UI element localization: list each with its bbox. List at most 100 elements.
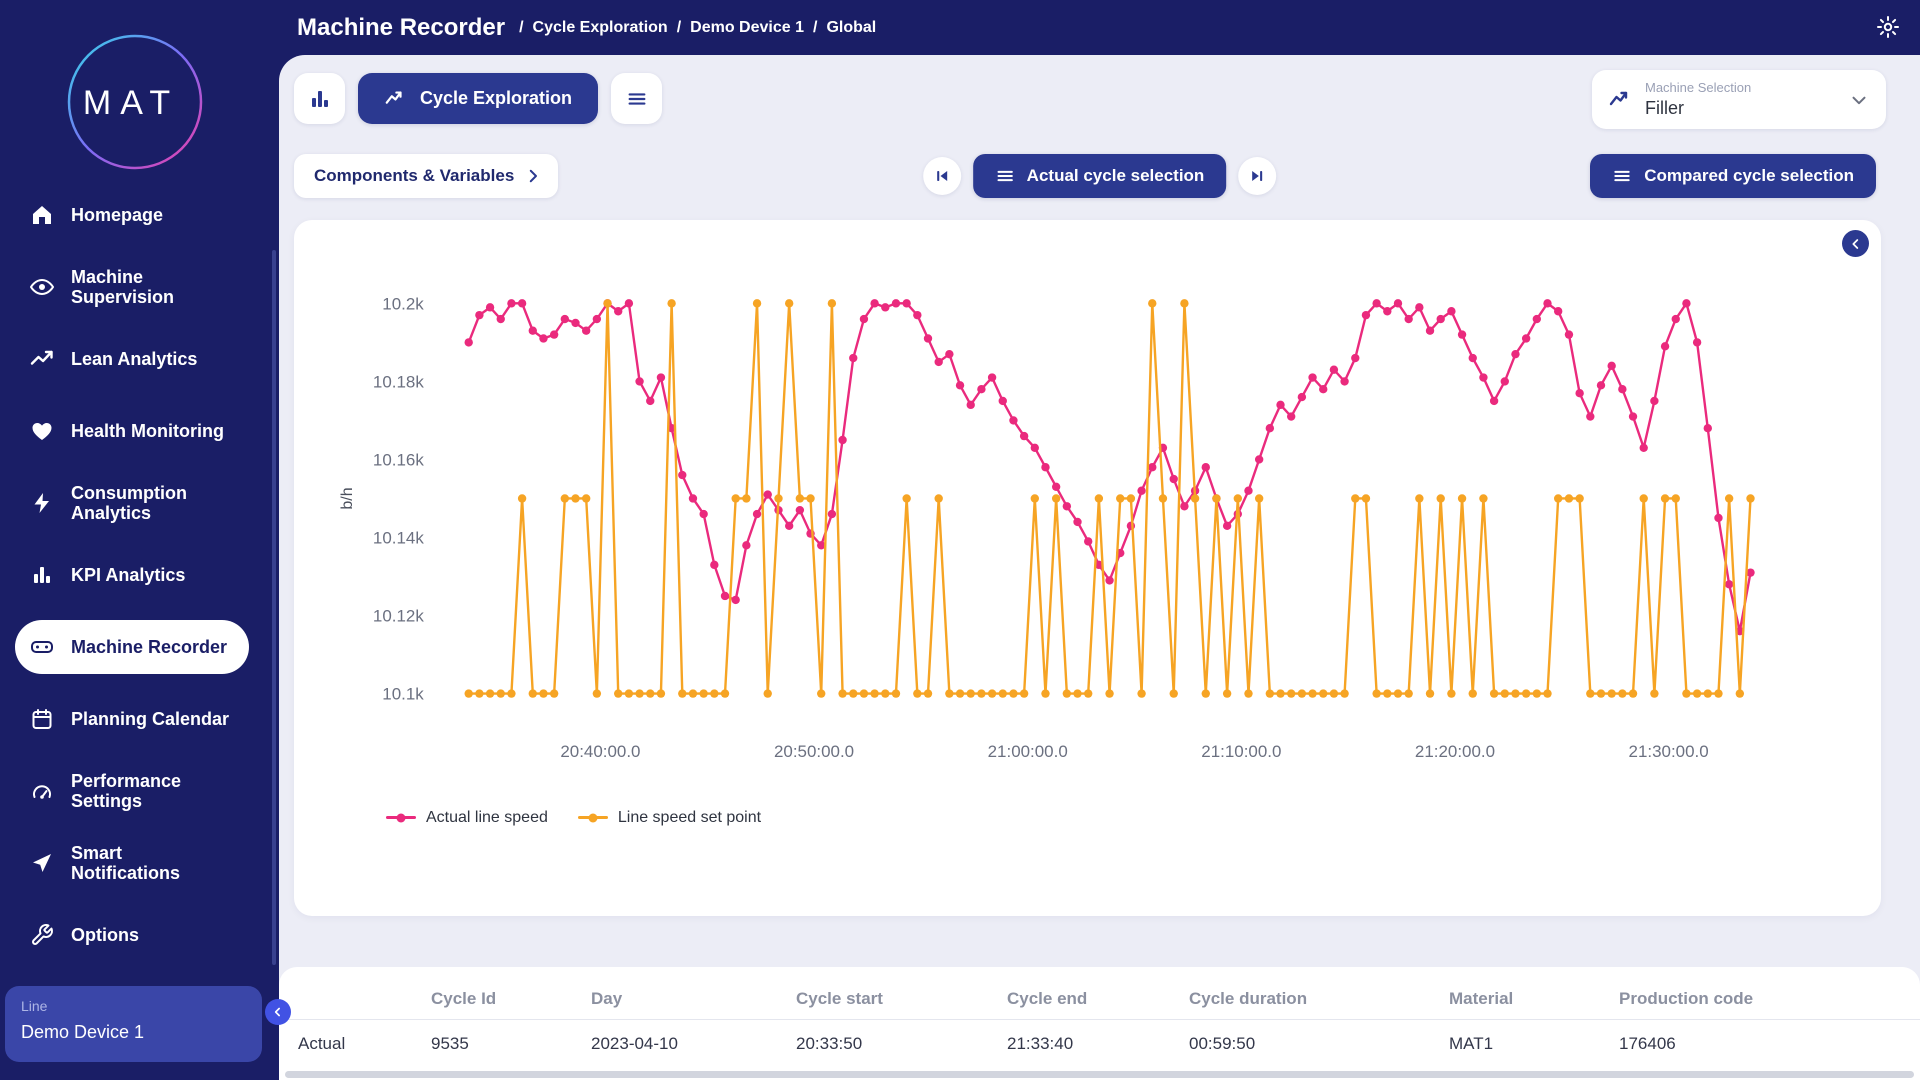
bar-chart-view-button[interactable]	[294, 73, 345, 124]
sidebar-item-kpi-analytics[interactable]: KPI Analytics	[15, 548, 249, 602]
svg-text:20:50:00.0: 20:50:00.0	[774, 742, 854, 761]
menu-icon	[626, 88, 648, 110]
table-header: Cycle Id	[431, 989, 591, 1009]
table-header: Material	[1449, 989, 1619, 1009]
breadcrumb-separator: /	[813, 19, 817, 37]
sidebar-item-performance-settings[interactable]: Performance Settings	[15, 764, 249, 818]
line-label: Line	[21, 998, 246, 1014]
list-icon	[995, 166, 1015, 186]
sidebar-item-lean-analytics[interactable]: Lean Analytics	[15, 332, 249, 386]
svg-text:21:20:00.0: 21:20:00.0	[1415, 742, 1495, 761]
legend-label: Actual line speed	[426, 809, 548, 827]
line-selector-card: Line Demo Device 1	[5, 986, 262, 1062]
skip-previous-icon	[932, 166, 952, 186]
svg-text:10.18k: 10.18k	[373, 372, 424, 391]
lightning-icon	[29, 491, 55, 515]
svg-text:b/h: b/h	[339, 487, 356, 509]
collapse-panel-button[interactable]	[1842, 230, 1869, 257]
table-header: Cycle duration	[1189, 989, 1449, 1009]
sidebar-item-consumption-analytics[interactable]: Consumption Analytics	[15, 476, 249, 530]
calendar-icon	[29, 707, 55, 731]
components-variables-label: Components & Variables	[314, 166, 514, 186]
breadcrumb-separator: /	[519, 19, 523, 37]
cell-cycle-start: 20:33:50	[796, 1034, 1007, 1054]
bar-chart-icon	[29, 563, 55, 587]
actual-cycle-selection-button[interactable]: Actual cycle selection	[973, 154, 1227, 198]
sidebar-item-health-monitoring[interactable]: Health Monitoring	[15, 404, 249, 458]
chart-legend: Actual line speed Line speed set point	[386, 809, 1861, 827]
compared-cycle-selection-label: Compared cycle selection	[1644, 166, 1854, 186]
svg-text:21:00:00.0: 21:00:00.0	[988, 742, 1068, 761]
legend-item[interactable]: Line speed set point	[578, 809, 761, 827]
sidebar-item-options[interactable]: Options	[15, 908, 249, 962]
line-value: Demo Device 1	[21, 1022, 246, 1043]
breadcrumb-item[interactable]: Global	[826, 19, 876, 37]
table-row: Actual 9535 2023-04-10 20:33:50 21:33:40…	[298, 1020, 1920, 1068]
sidebar-item-planning-calendar[interactable]: Planning Calendar	[15, 692, 249, 746]
machine-selection-dropdown[interactable]: Machine Selection Filler	[1592, 70, 1886, 129]
sidebar-collapse-button[interactable]	[265, 999, 291, 1025]
home-icon	[29, 203, 55, 227]
machine-selection-text: Machine Selection Filler	[1645, 80, 1751, 119]
cycle-navigation: Actual cycle selection	[923, 154, 1277, 198]
svg-text:21:10:00.0: 21:10:00.0	[1201, 742, 1281, 761]
sidebar-item-machine-recorder[interactable]: Machine Recorder	[15, 620, 249, 674]
machine-selection-label: Machine Selection	[1645, 80, 1751, 95]
sidebar-scrollbar[interactable]	[272, 250, 276, 965]
legend-label: Line speed set point	[618, 809, 761, 827]
cycle-exploration-tab[interactable]: Cycle Exploration	[358, 73, 598, 124]
column-chart-icon	[308, 87, 332, 111]
next-cycle-button[interactable]	[1238, 157, 1276, 195]
sidebar-item-machine-supervision[interactable]: Machine Supervision	[15, 260, 249, 314]
cycle-table-card: Cycle Id Day Cycle start Cycle end Cycle…	[279, 967, 1920, 1080]
sidebar-item-homepage[interactable]: Homepage	[15, 188, 249, 242]
previous-cycle-button[interactable]	[923, 157, 961, 195]
legend-swatch	[386, 816, 416, 819]
components-variables-button[interactable]: Components & Variables	[294, 154, 558, 198]
legend-swatch	[578, 816, 608, 819]
chevron-right-icon	[524, 167, 542, 185]
cycle-chart: 10.1k10.12k10.14k10.16k10.18k10.2kb/h20:…	[314, 234, 1861, 793]
svg-text:10.1k: 10.1k	[382, 685, 424, 704]
table-header: Cycle start	[796, 989, 1007, 1009]
top-header: Machine Recorder / Cycle Exploration / D…	[297, 0, 1850, 55]
cell-cycle-duration: 00:59:50	[1189, 1034, 1449, 1054]
sidebar: MAT Homepage Machine Supervision Lean An…	[0, 0, 279, 1080]
table-header: Production code	[1619, 989, 1920, 1009]
app-logo: MAT	[65, 32, 205, 172]
cell-material: MAT1	[1449, 1034, 1619, 1054]
breadcrumb-item[interactable]: Demo Device 1	[690, 19, 804, 37]
svg-text:10.2k: 10.2k	[382, 294, 424, 313]
breadcrumb-item[interactable]: Cycle Exploration	[533, 19, 668, 37]
send-icon	[29, 851, 55, 875]
table-header: Cycle end	[1007, 989, 1189, 1009]
view-toolbar: Cycle Exploration	[294, 73, 662, 124]
sidebar-nav: Homepage Machine Supervision Lean Analyt…	[0, 188, 279, 962]
table-header-row: Cycle Id Day Cycle start Cycle end Cycle…	[298, 979, 1920, 1019]
sidebar-item-smart-notifications[interactable]: Smart Notifications	[15, 836, 249, 890]
heart-icon	[29, 419, 55, 443]
breadcrumb-separator: /	[677, 19, 681, 37]
table-header: Day	[591, 989, 796, 1009]
line-chart-icon	[1608, 88, 1632, 112]
cell-cycle-id: 9535	[431, 1034, 591, 1054]
trend-up-icon	[29, 347, 55, 371]
table-horizontal-scrollbar[interactable]	[285, 1071, 1914, 1078]
compared-cycle-selection-button[interactable]: Compared cycle selection	[1590, 154, 1876, 198]
wrench-icon	[29, 923, 55, 947]
page-title: Machine Recorder	[297, 14, 505, 42]
cycle-exploration-label: Cycle Exploration	[420, 88, 572, 109]
legend-item[interactable]: Actual line speed	[386, 809, 548, 827]
svg-text:10.12k: 10.12k	[373, 607, 424, 626]
row-label: Actual	[298, 1034, 431, 1054]
svg-text:20:40:00.0: 20:40:00.0	[560, 742, 640, 761]
svg-text:21:30:00.0: 21:30:00.0	[1629, 742, 1709, 761]
list-icon	[1612, 166, 1632, 186]
settings-gear-icon[interactable]	[1876, 15, 1900, 39]
chart-menu-button[interactable]	[611, 73, 662, 124]
chevron-down-icon	[1848, 89, 1870, 111]
chevron-left-icon	[1848, 236, 1864, 252]
recorder-icon	[29, 635, 55, 659]
actual-cycle-selection-label: Actual cycle selection	[1027, 166, 1205, 186]
gauge-icon	[29, 779, 55, 803]
